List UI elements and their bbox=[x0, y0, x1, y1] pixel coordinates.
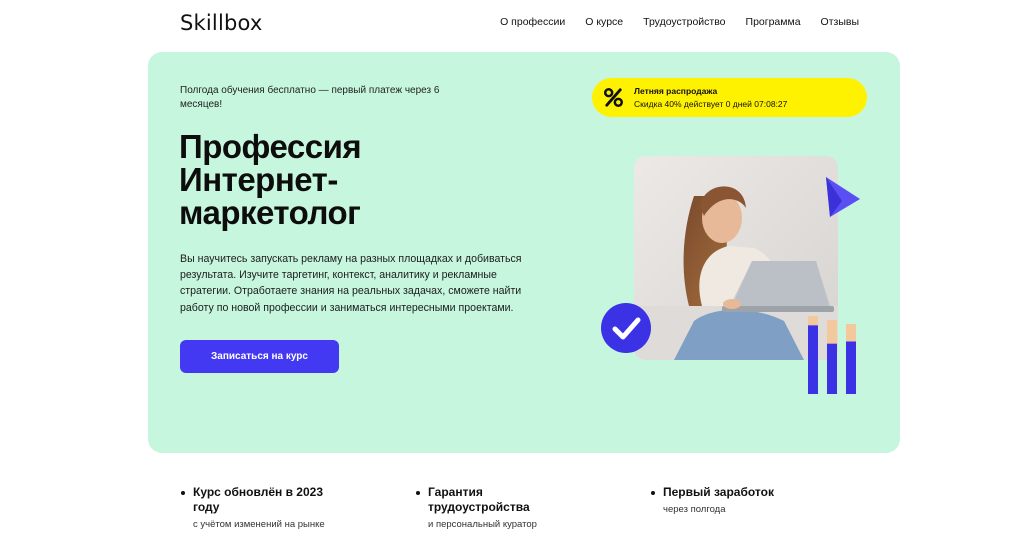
sale-title: Летняя распродажа bbox=[634, 86, 718, 96]
title-line: Интернет- bbox=[179, 161, 338, 198]
hero-section: Полгода обучения бесплатно — первый плат… bbox=[148, 52, 900, 453]
play-triangle-icon bbox=[826, 177, 860, 217]
bullet-icon bbox=[181, 491, 185, 495]
bar-fill bbox=[808, 325, 818, 394]
feature-subtitle: и персональный куратор bbox=[428, 519, 537, 530]
bar-fill bbox=[846, 341, 856, 394]
nav-about-course[interactable]: О курсе bbox=[585, 16, 623, 28]
feature-item: Первый заработок через полгода bbox=[651, 485, 813, 516]
course-description: Вы научитесь запускать рекламу на разных… bbox=[180, 253, 522, 314]
bullet-icon bbox=[651, 491, 655, 495]
percent-icon bbox=[603, 87, 624, 108]
main-nav: О профессии О курсе Трудоустройство Прог… bbox=[500, 16, 859, 28]
installment-note: Полгода обучения бесплатно — первый плат… bbox=[180, 85, 440, 110]
sale-banner[interactable]: Летняя распродажа Скидка 40% действует 0… bbox=[592, 78, 867, 117]
nav-about-profession[interactable]: О профессии bbox=[500, 16, 565, 28]
feature-title: Гарантия трудоустройства bbox=[428, 485, 530, 514]
page-title: Профессия Интернет- маркетолог bbox=[179, 128, 362, 231]
checkmark-badge-icon bbox=[601, 303, 651, 353]
sale-countdown: Скидка 40% действует 0 дней 07:08:27 bbox=[634, 99, 788, 109]
skillbox-logo[interactable]: Skillbox bbox=[180, 11, 263, 35]
feature-title: Первый заработок bbox=[663, 485, 774, 499]
nav-employment[interactable]: Трудоустройство bbox=[643, 16, 725, 28]
enroll-button[interactable]: Записаться на курс bbox=[180, 340, 339, 373]
title-line: Профессия bbox=[179, 128, 362, 165]
feature-title: Курс обновлён в 2023 году bbox=[193, 485, 324, 514]
title-line: маркетолог bbox=[179, 194, 361, 231]
feature-item: Курс обновлён в 2023 году с учётом измен… bbox=[181, 485, 343, 531]
feature-item: Гарантия трудоустройства и персональный … bbox=[416, 485, 568, 531]
feature-subtitle: через полгода bbox=[663, 504, 726, 515]
bar-chart-icon bbox=[808, 316, 856, 394]
nav-program[interactable]: Программа bbox=[746, 16, 801, 28]
bar-fill bbox=[827, 343, 837, 394]
feature-subtitle: с учётом изменений на рынке bbox=[193, 519, 325, 530]
nav-reviews[interactable]: Отзывы bbox=[821, 16, 859, 28]
site-header: Skillbox О профессии О курсе Трудоустрой… bbox=[0, 0, 1024, 46]
bullet-icon bbox=[416, 491, 420, 495]
